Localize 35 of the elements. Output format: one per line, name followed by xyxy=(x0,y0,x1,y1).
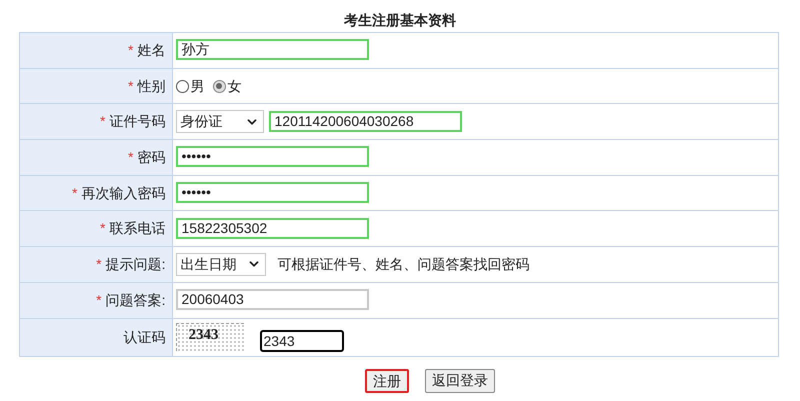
text-field[interactable]: 20060403 xyxy=(176,289,368,310)
required-mark: * xyxy=(72,184,78,201)
text-field[interactable]: •••••• xyxy=(176,146,368,168)
required-mark: * xyxy=(96,256,102,272)
captcha-field[interactable]: 2343 xyxy=(260,330,344,352)
field-label: 问题答案: xyxy=(106,292,166,308)
required-mark: * xyxy=(128,148,134,165)
required-mark: * xyxy=(128,78,134,94)
required-mark: * xyxy=(96,292,102,308)
captcha-image: 2343 xyxy=(176,323,244,351)
form-button[interactable]: 返回登录 xyxy=(425,368,495,392)
field-label: 姓名 xyxy=(138,42,166,58)
field-label: 认证码 xyxy=(124,328,166,344)
radio-button[interactable] xyxy=(212,80,226,93)
text-field[interactable]: •••••• xyxy=(176,182,368,204)
dropdown[interactable]: 出生日期 xyxy=(176,252,266,276)
field-label: 性别 xyxy=(138,78,166,94)
field-label: 提示问题: xyxy=(106,256,166,272)
radio-button[interactable] xyxy=(176,80,188,93)
form-title: 考生注册基本资料 xyxy=(344,11,456,30)
text-field[interactable]: 120114200604030268 xyxy=(268,111,462,132)
text-field[interactable]: 孙方 xyxy=(176,39,368,60)
dropdown[interactable]: 身份证 xyxy=(176,110,264,134)
field-label: 密码 xyxy=(138,148,166,165)
required-mark: * xyxy=(100,220,106,236)
required-mark: * xyxy=(100,113,106,130)
hint-text: 可根据证件号、姓名、问题答案找回密码 xyxy=(278,254,530,274)
field-label: 联系电话 xyxy=(110,220,166,236)
required-mark: * xyxy=(128,42,134,58)
radio-label: 女 xyxy=(228,76,242,96)
field-label: 证件号码 xyxy=(110,113,166,130)
form-button[interactable]: 注册 xyxy=(365,368,409,392)
text-field[interactable]: 15822305302 xyxy=(176,218,368,239)
field-label: 再次输入密码 xyxy=(82,184,166,201)
radio-label: 男 xyxy=(190,76,204,96)
